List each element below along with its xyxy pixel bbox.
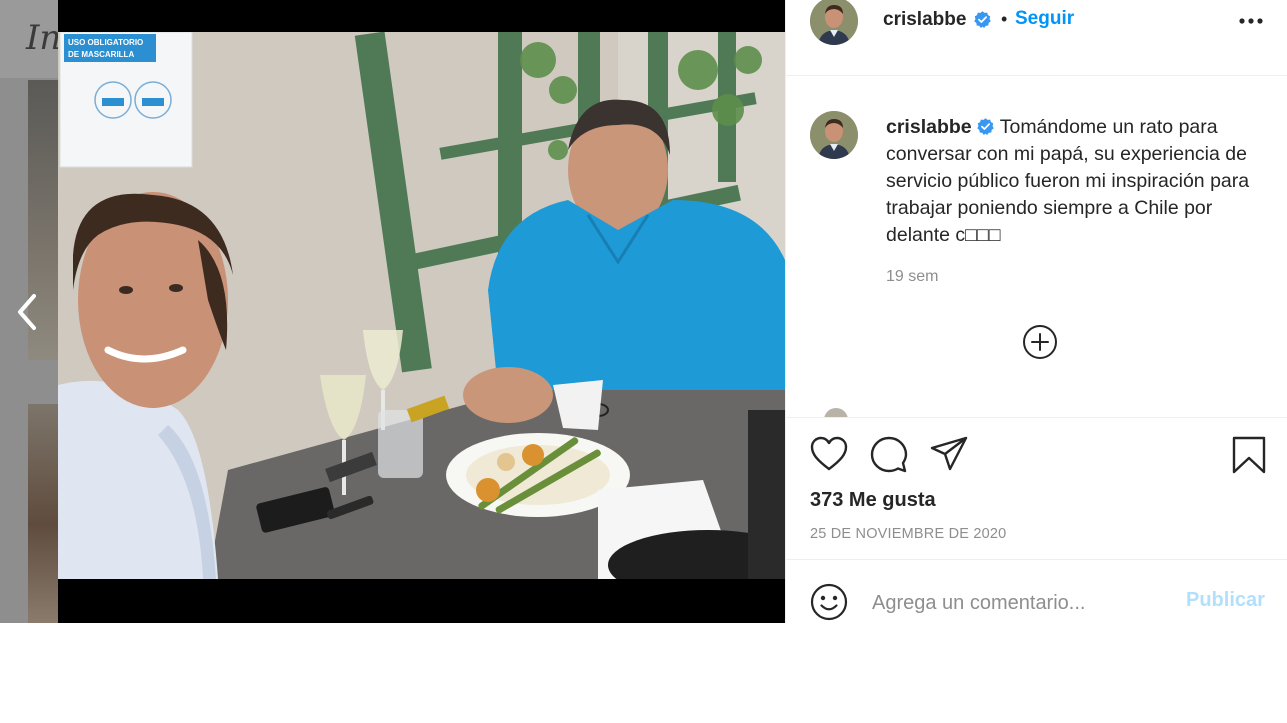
post-actions: 373 Me gusta 25 DE NOVIEMBRE DE 2020 <box>786 417 1287 560</box>
more-horizontal-icon <box>1239 18 1263 24</box>
smiley-icon <box>810 583 848 621</box>
post-photo[interactable]: USO OBLIGATORIO DE MASCARILLA <box>58 0 785 623</box>
chevron-left-icon <box>18 294 36 330</box>
like-count[interactable]: 373 Me gusta <box>810 489 936 512</box>
author-username[interactable]: crislabbe <box>883 9 966 31</box>
heart-icon <box>810 436 848 471</box>
comment-input[interactable] <box>870 580 1174 626</box>
background-header: In <box>0 0 62 78</box>
publish-comment-button[interactable]: Publicar <box>1186 589 1265 612</box>
bookmark-icon <box>1232 436 1266 474</box>
post-caption: crislabbe Tomándome un rato para convers… <box>886 114 1266 249</box>
verified-badge-icon <box>976 118 994 135</box>
instagram-logo-fragment: In <box>26 18 62 58</box>
follow-button[interactable]: Seguir <box>1015 8 1074 30</box>
author-avatar[interactable] <box>810 0 858 45</box>
plus-circle-icon <box>1023 325 1057 359</box>
paper-plane-icon <box>930 436 968 471</box>
previous-post-button[interactable] <box>12 292 44 332</box>
save-button[interactable] <box>1232 436 1266 477</box>
caption-timestamp[interactable]: 19 sem <box>886 268 938 286</box>
caption-author-avatar[interactable] <box>810 111 858 159</box>
post-date: 25 DE NOVIEMBRE DE 2020 <box>810 526 1007 542</box>
next-comment-avatar <box>824 408 848 417</box>
avatar-image <box>810 111 858 159</box>
caption-username[interactable]: crislabbe <box>886 116 972 138</box>
verified-badge-icon <box>974 11 991 28</box>
post-details-panel: crislabbe • Seguir crislabbe Tomándome u… <box>785 0 1287 626</box>
comment-button[interactable] <box>870 436 908 477</box>
avatar-image <box>810 0 858 45</box>
sign-text-line2: DE MASCARILLA <box>68 50 134 59</box>
separator-dot: • <box>1001 9 1008 29</box>
share-button[interactable] <box>930 436 968 475</box>
like-button[interactable] <box>810 436 848 475</box>
emoji-button[interactable] <box>810 583 848 624</box>
post-header: crislabbe • Seguir <box>786 0 1287 76</box>
background-thumbnail <box>28 404 58 623</box>
more-options-button[interactable] <box>1238 12 1264 30</box>
comments-section: crislabbe Tomándome un rato para convers… <box>786 77 1287 417</box>
add-comment-bar: Publicar <box>786 560 1287 626</box>
sign-text-line1: USO OBLIGATORIO <box>68 38 143 47</box>
post-image: USO OBLIGATORIO DE MASCARILLA <box>58 0 785 623</box>
load-more-comments-button[interactable] <box>1022 324 1058 360</box>
comment-bubble-icon <box>870 436 908 473</box>
